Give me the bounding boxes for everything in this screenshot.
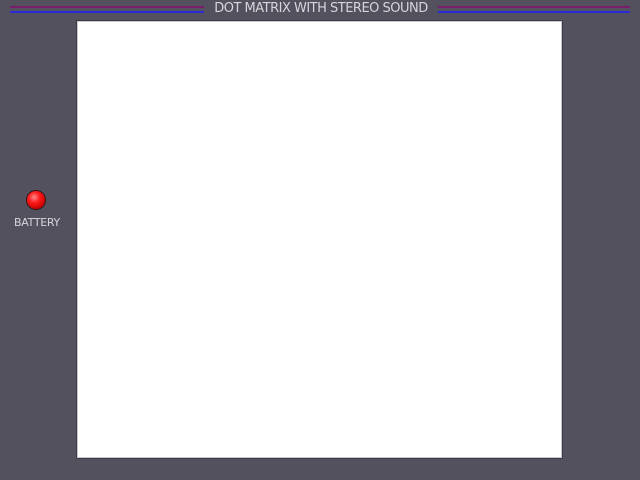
header-stripe-right-bottom <box>438 11 630 13</box>
red-led-icon <box>27 191 45 209</box>
console-frame: DOT MATRIX WITH STEREO SOUND BATTERY <box>0 0 640 480</box>
battery-label: BATTERY <box>14 216 60 229</box>
header-title: DOT MATRIX WITH STEREO SOUND <box>214 1 428 16</box>
battery-indicator: BATTERY <box>8 189 66 235</box>
header-stripe-left-bottom <box>10 11 204 13</box>
header-stripe-right-top <box>438 6 630 8</box>
header-stripe-left-top <box>10 6 204 8</box>
game-screen[interactable] <box>78 22 561 457</box>
header: DOT MATRIX WITH STEREO SOUND <box>0 0 640 20</box>
